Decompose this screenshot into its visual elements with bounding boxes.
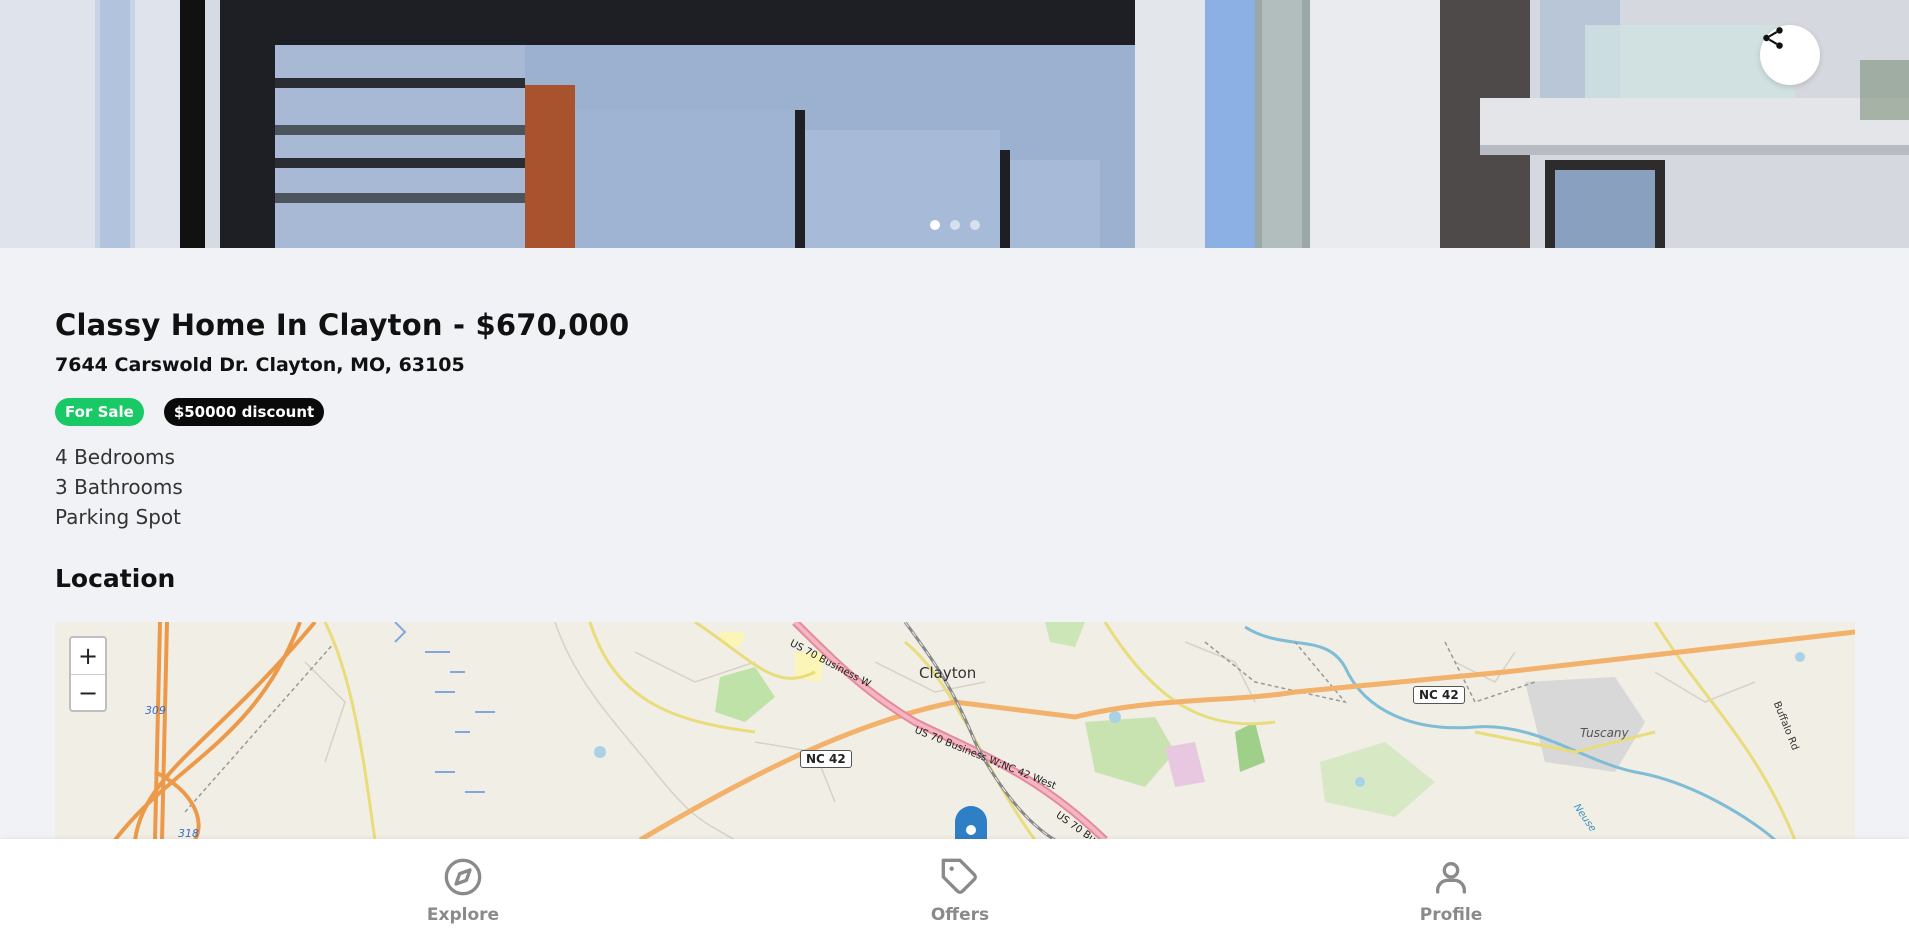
listing-title: Classy Home In Clayton - $670,000 <box>55 308 630 342</box>
tag-icon <box>941 858 977 894</box>
listing-badges: For Sale $50000 discount <box>55 398 325 426</box>
location-heading: Location <box>55 564 176 593</box>
map-shield-nc42-b: NC 42 <box>1413 686 1465 704</box>
feature-bedrooms: 4 Bedrooms <box>55 445 175 469</box>
discount-badge: $50000 discount <box>163 398 325 426</box>
zoom-in-button[interactable]: + <box>71 638 105 674</box>
nav-offers[interactable]: Offers <box>880 857 1040 925</box>
status-badge: For Sale <box>55 398 144 426</box>
bottom-navigation: Explore Offers Profile <box>0 839 1909 939</box>
map-label-tuscany: Tuscany <box>1580 726 1629 740</box>
map-zoom-control: + − <box>69 636 107 712</box>
feature-bathrooms: 3 Bathrooms <box>55 475 183 499</box>
hero-image[interactable] <box>0 0 1909 248</box>
nav-profile[interactable]: Profile <box>1371 857 1531 925</box>
nav-explore[interactable]: Explore <box>383 857 543 925</box>
listing-address: 7644 Carswold Dr. Clayton, MO, 63105 <box>55 354 465 376</box>
building-photo <box>0 0 1909 248</box>
share-icon <box>1763 27 1783 49</box>
carousel-dot-2[interactable] <box>950 220 960 230</box>
location-map[interactable]: + − Clayton NC 42 NC 42 309 318 US 70 Bu… <box>55 622 1855 840</box>
compass-icon <box>444 858 482 896</box>
nav-explore-label: Explore <box>426 905 500 925</box>
nav-profile-label: Profile <box>1419 905 1483 925</box>
carousel-dot-1[interactable] <box>930 220 940 230</box>
map-shield-nc42-a: NC 42 <box>800 750 852 768</box>
carousel-indicators <box>930 220 980 230</box>
map-label-309: 309 <box>145 704 166 717</box>
nav-offers-label: Offers <box>930 905 990 925</box>
feature-parking: Parking Spot <box>55 505 181 529</box>
share-button[interactable] <box>1760 25 1820 85</box>
user-icon <box>1436 862 1466 894</box>
zoom-out-button[interactable]: − <box>71 674 105 710</box>
feature-list: 4 Bedrooms 3 Bathrooms Parking Spot <box>55 442 183 532</box>
map-label-town: Clayton <box>919 664 977 682</box>
carousel-dot-3[interactable] <box>970 220 980 230</box>
